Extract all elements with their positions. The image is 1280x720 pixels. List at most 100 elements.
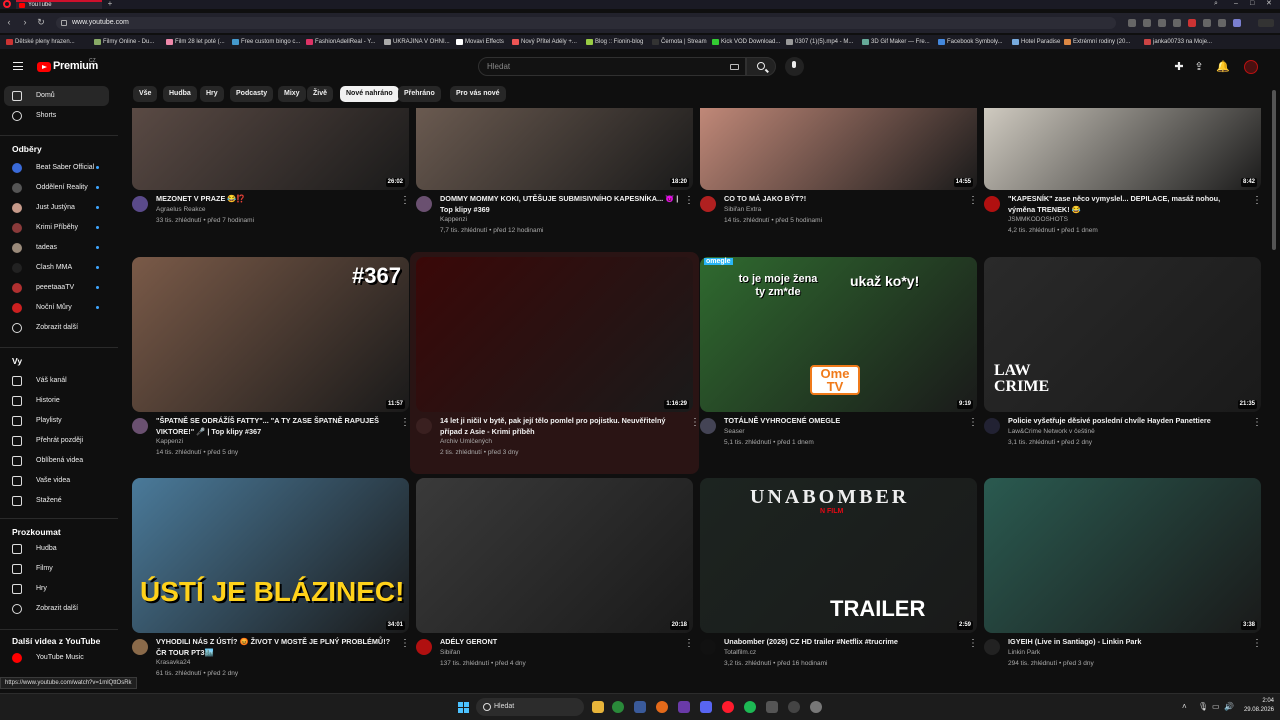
- video-thumbnail[interactable]: 9:19 omegle to je moje žena ty zm*de ukaž k…: [700, 257, 977, 412]
- network-icon[interactable]: ▭: [1212, 701, 1220, 713]
- steam-icon[interactable]: [634, 701, 646, 713]
- explore-heading[interactable]: Prozkoumat: [12, 527, 61, 537]
- more-actions-icon[interactable]: [400, 195, 410, 207]
- video-thumbnail[interactable]: 26:02: [132, 108, 409, 190]
- bookmark-item[interactable]: Extrémní rodiny (20...: [1064, 37, 1130, 47]
- menu-icon[interactable]: [13, 62, 23, 70]
- channel-name[interactable]: Sibiřan: [440, 648, 460, 659]
- bookmark-item[interactable]: Dětské pleny hrazen...: [6, 37, 75, 47]
- sidebar-item-youtube-music[interactable]: YouTube Music: [4, 648, 109, 668]
- sidebar-item-your-videos[interactable]: Vaše videa: [4, 471, 109, 491]
- filter-chip[interactable]: Pro vás nové: [450, 86, 506, 102]
- upload-icon[interactable]: ⇪: [1193, 61, 1205, 73]
- channel-name[interactable]: Agraelus Reakce: [156, 205, 206, 216]
- create-icon[interactable]: ✚: [1173, 61, 1185, 73]
- sidebar-item-playlist[interactable]: Playlisty: [4, 411, 109, 431]
- channel-avatar[interactable]: [984, 639, 1000, 655]
- more-actions-icon[interactable]: [684, 638, 694, 650]
- subscriptions-heading[interactable]: Odběry: [12, 144, 42, 154]
- video-thumbnail[interactable]: 20:18: [416, 478, 693, 633]
- profile-icon[interactable]: [1233, 19, 1241, 27]
- minimize-icon[interactable]: –: [1234, 0, 1238, 8]
- windows-start-icon[interactable]: [458, 702, 469, 713]
- video-title[interactable]: "KAPESNÍK" zase něco vymyslel... DEPILAC…: [1008, 194, 1248, 215]
- filter-chip[interactable]: Živě: [307, 86, 334, 102]
- search-button[interactable]: [746, 57, 776, 76]
- video-card[interactable]: 14:55 CO TO MÁ JAKO BÝT?! Sibiřan Extra 14 …: [700, 108, 978, 238]
- sidebar-item-download[interactable]: Stažené: [4, 491, 109, 511]
- spotify-icon[interactable]: [744, 701, 756, 713]
- channel-name[interactable]: Archiv Umlčených: [440, 437, 492, 448]
- back-icon[interactable]: ‹: [4, 17, 14, 28]
- heart-icon[interactable]: [1188, 19, 1196, 27]
- file-explorer-icon[interactable]: [592, 701, 604, 713]
- bookmark-item[interactable]: Hotel Paradise: [1012, 37, 1060, 47]
- video-thumbnail[interactable]: 8:42: [984, 108, 1261, 190]
- sidebar-subscription[interactable]: peeetaaaTV: [4, 278, 109, 298]
- more-actions-icon[interactable]: [400, 638, 410, 650]
- filter-chip[interactable]: Hudba: [163, 86, 197, 102]
- video-card[interactable]: 34:01 ÚSTÍ JE BLÁZINEC! VYHODILI NÁS Z ÚST…: [132, 478, 410, 690]
- video-title[interactable]: DOMMY MOMMY KOKI, UTĚŠUJE SUBMISIVNÍHO K…: [440, 194, 680, 215]
- bookmark-item[interactable]: Kick VOD Download...: [712, 37, 780, 47]
- video-title[interactable]: 14 let ji ničil v bytě, pak její tělo po…: [440, 416, 680, 437]
- extension-icon[interactable]: [1173, 19, 1181, 27]
- video-card[interactable]: 18:20 DOMMY MOMMY KOKI, UTĚŠUJE SUBMISIVN…: [416, 108, 694, 238]
- more-actions-icon[interactable]: [1252, 417, 1262, 429]
- channel-name[interactable]: JSMMKODOSHOTS: [1008, 215, 1068, 226]
- video-title[interactable]: CO TO MÁ JAKO BÝT?!: [724, 194, 964, 205]
- forward-icon[interactable]: ›: [20, 17, 30, 28]
- more-actions-icon[interactable]: [1252, 638, 1262, 650]
- app-icon[interactable]: [766, 701, 778, 713]
- video-title[interactable]: MEZONET V PRAZE 😂⁉️: [156, 194, 396, 205]
- sidebar-item-history[interactable]: Historie: [4, 391, 109, 411]
- bookmark-item[interactable]: janka00733 na Moje...: [1144, 37, 1212, 47]
- video-thumbnail[interactable]: 1:16:29: [416, 257, 693, 412]
- bookmark-item[interactable]: Nový Přítel Adély +...: [512, 37, 577, 47]
- ai-button[interactable]: [1258, 19, 1274, 27]
- channel-avatar[interactable]: [984, 418, 1000, 434]
- more-actions-icon[interactable]: [968, 638, 978, 650]
- channel-avatar[interactable]: [700, 639, 716, 655]
- video-thumbnail[interactable]: 34:01 ÚSTÍ JE BLÁZINEC!: [132, 478, 409, 633]
- youtube-logo-icon[interactable]: [37, 62, 51, 72]
- channel-name[interactable]: Seaser: [724, 427, 745, 438]
- video-card[interactable]: 20:18 ADÉLY GERONT Sibiřan 137 tis. zhlédnu…: [416, 478, 694, 690]
- channel-name[interactable]: Krasavka24: [156, 658, 190, 669]
- channel-avatar[interactable]: [984, 196, 1000, 212]
- reload-icon[interactable]: ↻: [36, 17, 46, 28]
- filter-chip[interactable]: Nové nahráno: [340, 86, 399, 102]
- sidebar-subscription[interactable]: Clash MMA: [4, 258, 109, 278]
- opera-icon[interactable]: [722, 701, 734, 713]
- channel-name[interactable]: Sibiřan Extra: [724, 205, 761, 216]
- video-card[interactable]: 26:02 MEZONET V PRAZE 😂⁉️ Agraelus Reakce 3…: [132, 108, 410, 238]
- video-card[interactable]: 21:35 LAW CRIME Policie vyšetřuje děsivé p…: [984, 257, 1262, 469]
- channel-name[interactable]: Law&Crime Network v češtině: [1008, 427, 1095, 438]
- extension-icon[interactable]: [1128, 19, 1136, 27]
- close-window-icon[interactable]: ✕: [1266, 0, 1272, 8]
- bookmark-item[interactable]: Filmy Online - Du...: [94, 37, 154, 47]
- more-actions-icon[interactable]: [1252, 195, 1262, 207]
- app-icon[interactable]: [788, 701, 800, 713]
- extension-icon[interactable]: [1143, 19, 1151, 27]
- sidebar-item-music[interactable]: Hudba: [4, 539, 109, 559]
- extension-icon[interactable]: [1203, 19, 1211, 27]
- mic-tray-icon[interactable]: 🎙: [1198, 701, 1208, 713]
- bookmark-item[interactable]: Blog :: Fionin-blog: [586, 37, 643, 47]
- sidebar-item-shorts[interactable]: Shorts: [4, 106, 109, 126]
- sidebar-item-home[interactable]: Domů: [4, 86, 109, 106]
- extension-icon[interactable]: [1158, 19, 1166, 27]
- video-title[interactable]: Unabomber (2026) CZ HD trailer #Netflix …: [724, 637, 964, 648]
- search-tabs-icon[interactable]: ⌕: [1214, 0, 1218, 8]
- site-info-icon[interactable]: [61, 20, 67, 26]
- bookmark-item[interactable]: Facebook Symboly...: [938, 37, 1003, 47]
- app-icon[interactable]: [678, 701, 690, 713]
- video-thumbnail[interactable]: 14:55: [700, 108, 977, 190]
- volume-icon[interactable]: 🔊: [1224, 701, 1234, 713]
- bell-icon[interactable]: 🔔: [1216, 61, 1230, 73]
- video-thumbnail[interactable]: 3:38: [984, 478, 1261, 633]
- bookmark-item[interactable]: Movavi Effects: [456, 37, 504, 47]
- video-card[interactable]: 3:38 IGYEIH (Live in Santiago) - Linkin P…: [984, 478, 1262, 690]
- keyboard-icon[interactable]: [730, 64, 739, 70]
- new-tab-button[interactable]: +: [106, 0, 114, 8]
